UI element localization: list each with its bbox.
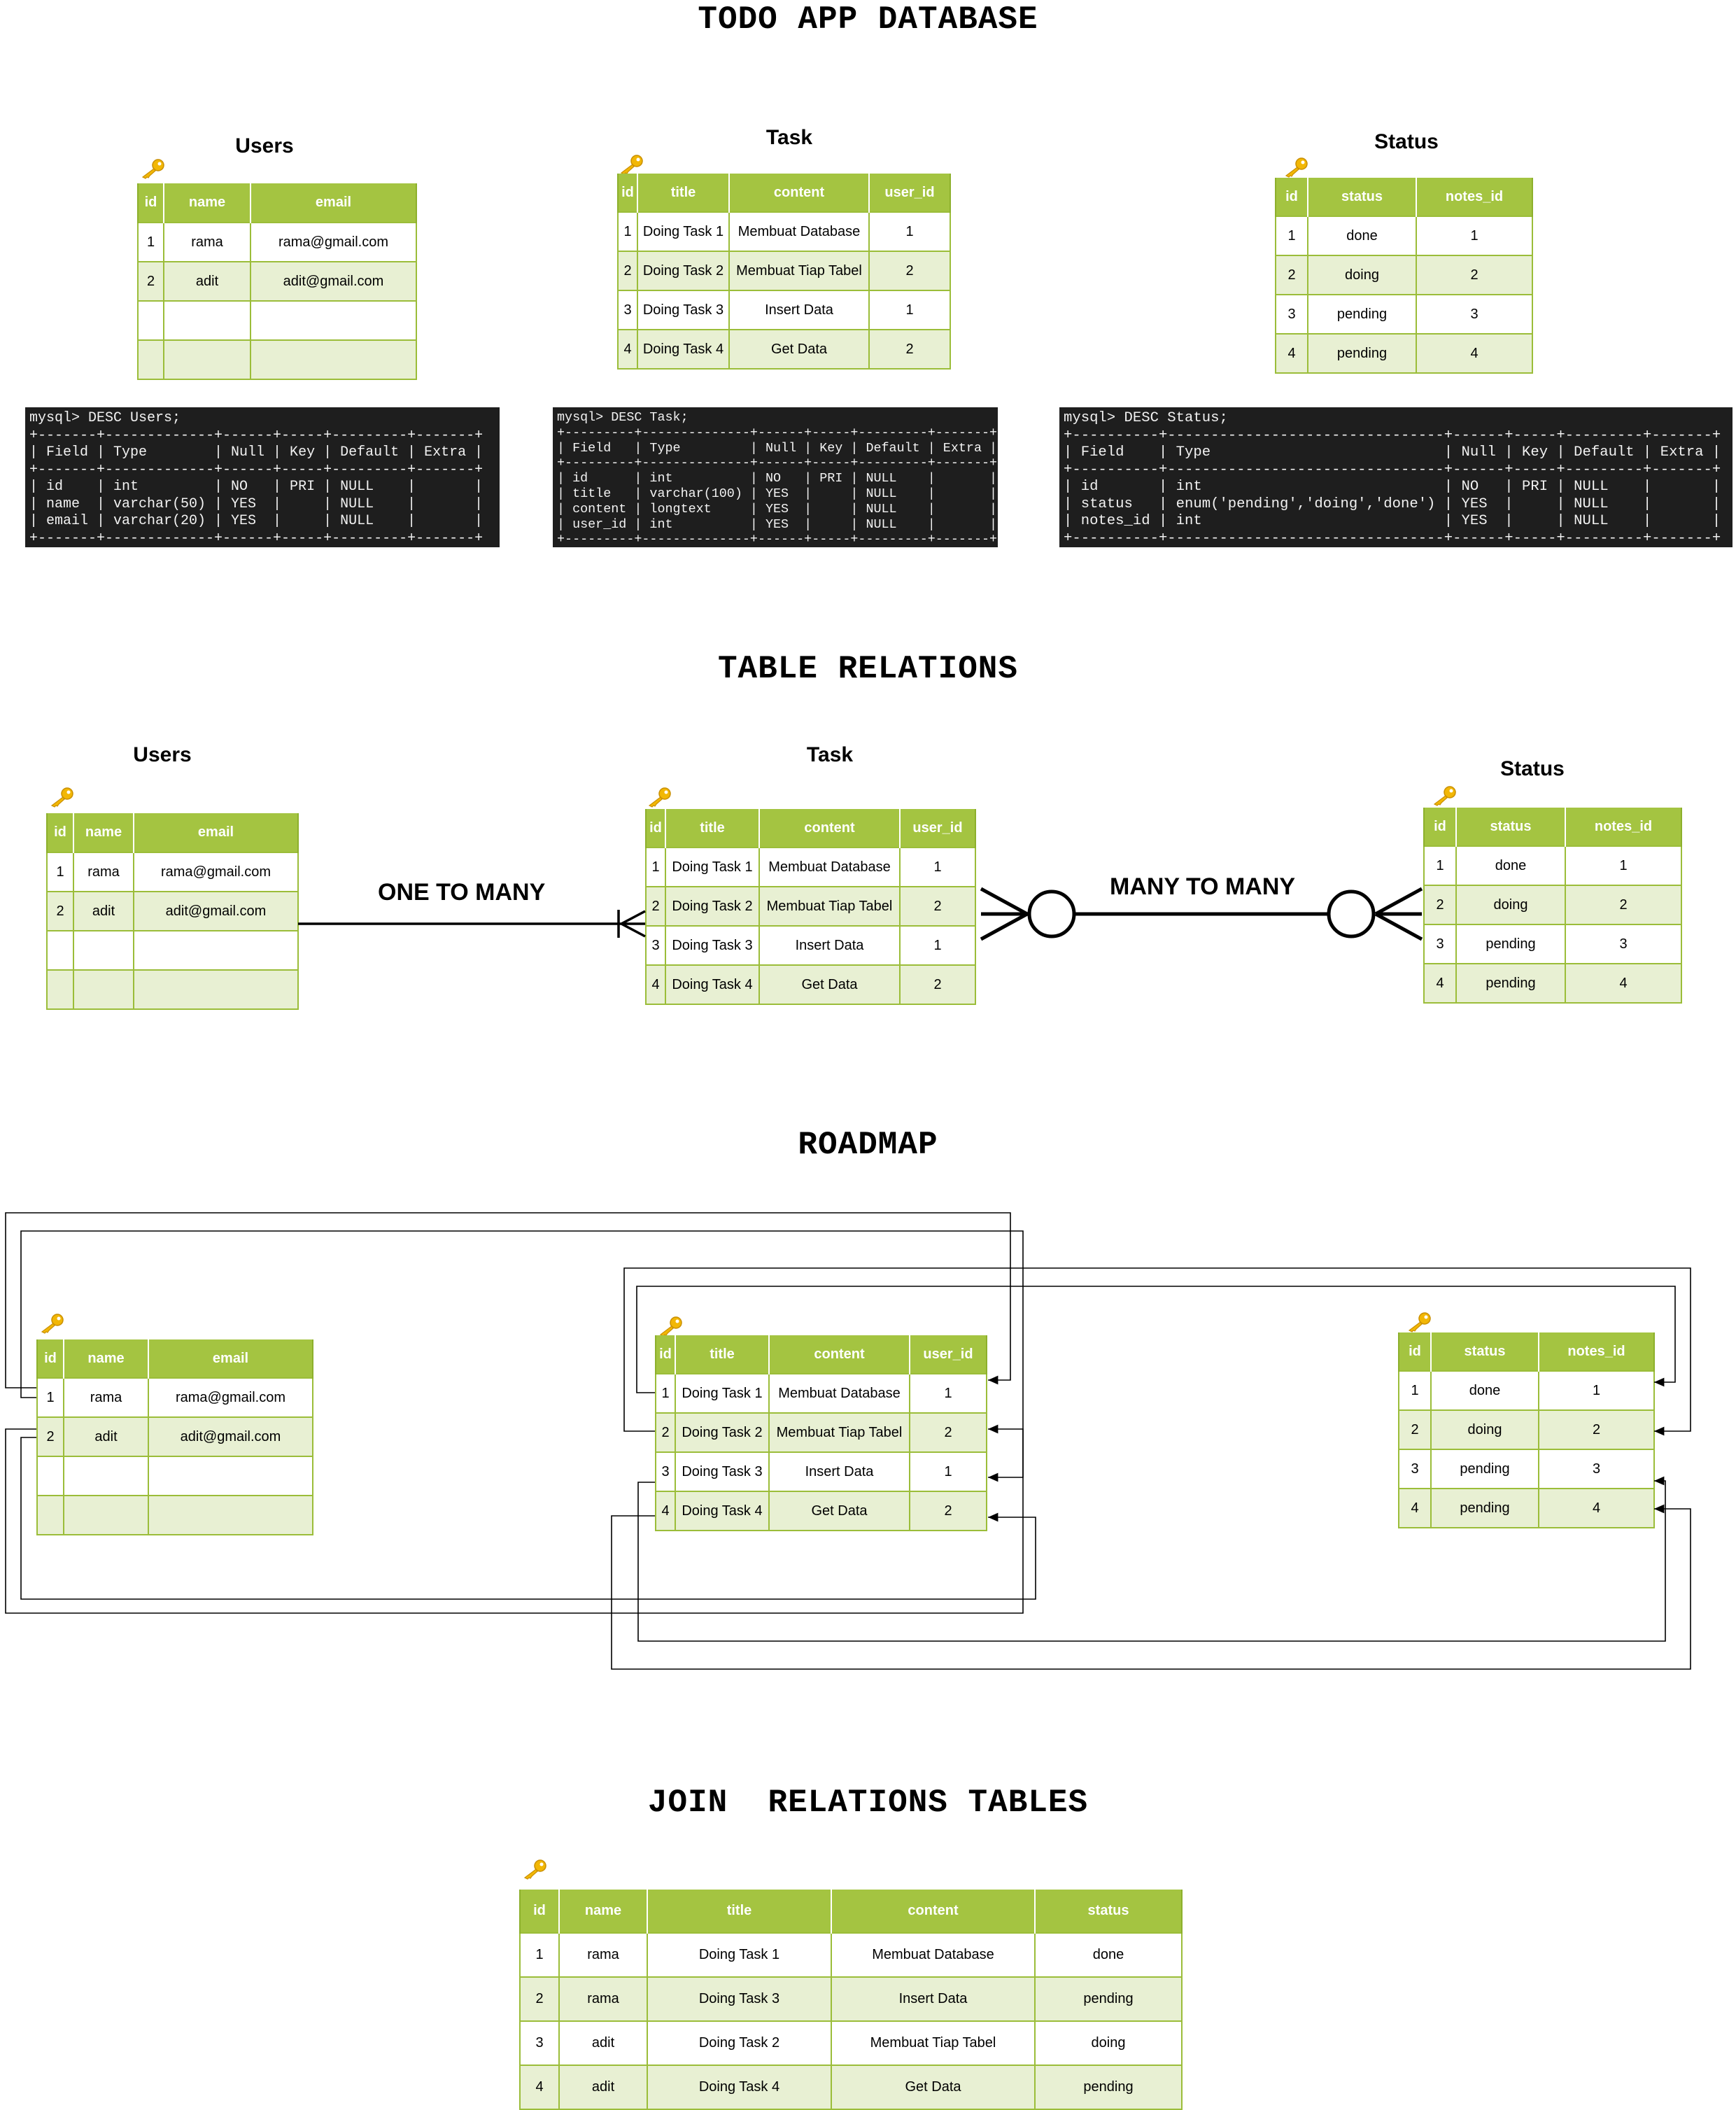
many-to-many-connector (980, 887, 1423, 941)
connector-overlay (5, 887, 1691, 1670)
one-to-many-connector (298, 910, 646, 938)
roadmap-connectors (5, 1212, 1691, 1670)
